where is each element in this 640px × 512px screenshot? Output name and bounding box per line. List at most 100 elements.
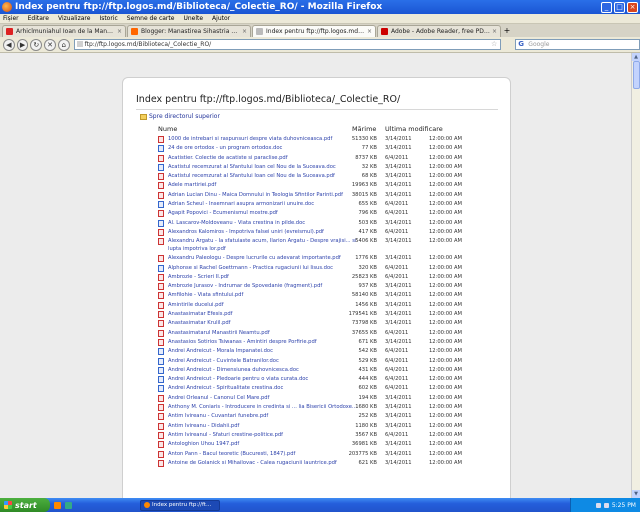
file-link[interactable]: Alexandru Argatu - Ia sfatuiaste acum, I… xyxy=(168,238,358,253)
file-link[interactable]: Andrei Andreicut - Dimensiunea duhovnice… xyxy=(168,366,358,375)
file-date: 3/14/2011 xyxy=(385,441,412,448)
back-button[interactable]: ◀ xyxy=(3,38,15,51)
tab-4[interactable]: Adobe - Adobe Reader, free PDF viewer ..… xyxy=(377,25,501,37)
close-tab-icon[interactable]: × xyxy=(367,28,372,35)
column-header-name[interactable]: Nume xyxy=(158,125,177,133)
file-row: Andrei Andreicut - Dimensiunea duhovnice… xyxy=(123,366,512,375)
search-placeholder: Google xyxy=(528,41,550,48)
file-link[interactable]: Antim Ivireanu - Didahii.pdf xyxy=(168,422,358,431)
file-size: 58140 KB xyxy=(351,292,377,299)
file-link[interactable]: Andrei Andreicut - Spiritualitate cresti… xyxy=(168,384,358,393)
file-link[interactable]: Antim Ivireanul - Sfaturi crestine-polit… xyxy=(168,431,358,440)
file-link[interactable]: Andrei Orleanul - Canonul Cel Mare.pdf xyxy=(168,394,358,403)
column-header-modified[interactable]: Ultima modificare xyxy=(385,125,443,133)
menu-edit[interactable]: Editare xyxy=(28,15,49,22)
pdf-file-icon xyxy=(158,292,164,300)
file-link[interactable]: Alexandru Paleologu - Despre lucrurile c… xyxy=(168,254,358,263)
file-link[interactable]: Amintirile ducelui.pdf xyxy=(168,301,358,310)
menu-view[interactable]: Vizualizare xyxy=(58,15,90,22)
parent-directory-link[interactable]: Spre directorul superior xyxy=(140,113,220,120)
file-link[interactable]: Ambrozie Jurasov - Indrumar de Spovedani… xyxy=(168,282,358,291)
desktop-quicklaunch-icon[interactable] xyxy=(65,501,72,509)
file-size: 1776 KB xyxy=(355,255,377,262)
doc-file-icon xyxy=(158,366,164,374)
file-link[interactable]: Anton Pann - Bacul teoretic (Bucuresti, … xyxy=(168,450,358,459)
file-row: Ambrozie Jurasov - Indrumar de Spovedani… xyxy=(123,282,512,291)
tab-2[interactable]: Blogger: Manastirea Sihastria Rarau - Cr… xyxy=(127,25,251,37)
file-link[interactable]: Al. Lascarov-Moldoveanu - Viata crestina… xyxy=(168,219,358,228)
menu-bookmarks[interactable]: Semne de carte xyxy=(127,15,175,22)
file-link[interactable]: Alexandros Kalomiros - Impotriva falsei … xyxy=(168,228,358,237)
file-link[interactable]: Acatistul recemzurat al Sfantului Ioan c… xyxy=(168,163,358,172)
close-tab-icon[interactable]: × xyxy=(242,28,247,35)
file-link[interactable]: Anastasimatarul Manastirii Neamtu.pdf xyxy=(168,329,358,338)
minimize-button[interactable]: _ xyxy=(601,1,612,13)
vertical-scrollbar[interactable]: ▲ ▼ xyxy=(631,53,640,498)
close-button[interactable]: × xyxy=(627,1,638,13)
menu-history[interactable]: Istoric xyxy=(99,15,117,22)
file-link[interactable]: Anastasios Sotirios Tsiwanas - Amintiri … xyxy=(168,338,358,347)
pdf-file-icon xyxy=(158,273,164,281)
file-time: 12:00:00 AM xyxy=(429,385,462,392)
file-link[interactable]: Andrei Andreicut - Cuvintele Batranilor.… xyxy=(168,357,358,366)
menu-help[interactable]: Ajutor xyxy=(212,15,230,22)
file-time: 12:00:00 AM xyxy=(429,366,462,373)
file-link[interactable]: Alphonse si Rachel Goettmann - Practica … xyxy=(168,264,358,273)
file-link[interactable]: Adrian Scheul - Insemnari asupra armoniz… xyxy=(168,200,358,209)
forward-button[interactable]: ▶ xyxy=(16,38,29,51)
firefox-quicklaunch-icon[interactable] xyxy=(54,501,61,509)
file-time: 12:00:00 AM xyxy=(429,394,462,401)
reload-button[interactable]: ↻ xyxy=(30,38,43,51)
file-date: 3/14/2011 xyxy=(385,173,412,180)
menu-tools[interactable]: Unelte xyxy=(183,15,203,22)
start-button[interactable]: start xyxy=(0,498,50,512)
file-link[interactable]: Acatistier. Colectie de acatiste si para… xyxy=(168,154,358,163)
file-link[interactable]: Anastasimatar Efesis.pdf xyxy=(168,310,358,319)
network-icon[interactable] xyxy=(595,502,601,508)
file-link[interactable]: Amfilohie - Viata sfintului.pdf xyxy=(168,291,358,300)
home-button[interactable]: ⌂ xyxy=(57,38,70,51)
tab-1[interactable]: Arhiclmuniahul Ioan de la Manastirea Si.… xyxy=(2,25,126,37)
file-link[interactable]: Agapit Popovici - Ecumenismul mostre.pdf xyxy=(168,209,358,218)
file-link[interactable]: 24 de ore ortodox - un program ortodox.d… xyxy=(168,144,358,153)
file-link[interactable]: Antologhion Uhou 1947.pdf xyxy=(168,440,358,449)
menu-file[interactable]: Fișier xyxy=(3,15,19,22)
file-date: 6/4/2011 xyxy=(385,264,409,271)
column-header-size[interactable]: Mărime xyxy=(352,125,376,133)
search-input[interactable]: G Google xyxy=(515,39,640,50)
file-link[interactable]: Adrian Lucian Dinu - Maica Domnului in T… xyxy=(168,191,358,200)
scroll-up-icon[interactable]: ▲ xyxy=(632,53,640,61)
new-tab-button[interactable]: + xyxy=(502,26,512,36)
close-tab-icon[interactable]: × xyxy=(117,28,122,35)
file-time: 12:00:00 AM xyxy=(429,210,462,217)
bookmark-star-icon[interactable]: ☆ xyxy=(491,40,497,49)
windows-logo-icon xyxy=(4,501,12,509)
file-link[interactable]: Anastasimatar Krulil.pdf xyxy=(168,319,358,328)
close-tab-icon[interactable]: × xyxy=(492,28,497,35)
file-link[interactable]: Antoine de Golanick si Mihailovac - Cale… xyxy=(168,459,358,468)
file-link[interactable]: Andrei Andreicut - Pledoarie pentru o vi… xyxy=(168,375,358,384)
stop-button[interactable]: ✕ xyxy=(44,38,56,51)
file-link[interactable]: Adele martiriei.pdf xyxy=(168,181,358,190)
file-list: 1000 de intrebari si raspunsuri despre v… xyxy=(123,135,512,468)
file-date: 3/14/2011 xyxy=(385,450,412,457)
file-link[interactable]: Antim Ivireanu - Cuvantari funebre.pdf xyxy=(168,412,358,421)
file-link[interactable]: 1000 de intrebari si raspunsuri despre v… xyxy=(168,135,358,144)
file-size: 252 KB xyxy=(358,413,377,420)
url-bar[interactable]: ftp://ftp.logos.md/Biblioteca/_Colectie_… xyxy=(73,39,502,50)
doc-file-icon xyxy=(158,163,164,171)
file-date: 3/14/2011 xyxy=(385,255,412,262)
file-link[interactable]: Acatistul recemzurat al Sfantului Ioan c… xyxy=(168,172,358,181)
file-link[interactable]: Anthony M. Coniaris - Introducere in cre… xyxy=(168,403,358,412)
volume-icon[interactable] xyxy=(603,502,609,508)
scroll-down-icon[interactable]: ▼ xyxy=(632,490,640,498)
scrollbar-thumb[interactable] xyxy=(633,61,640,89)
file-size: 36981 KB xyxy=(351,441,377,448)
taskbar-firefox-window[interactable]: Index pentru ftp://ft... xyxy=(140,499,220,511)
maximize-button[interactable]: □ xyxy=(614,1,625,13)
file-link[interactable]: Ambrozie - Scrieri II.pdf xyxy=(168,273,358,282)
file-link[interactable]: Andrei Andreicut - Morala Impanatei.doc xyxy=(168,347,358,356)
tab-3-active[interactable]: Index pentru ftp://ftp.logos.md/Bibliote… xyxy=(252,25,376,37)
pdf-file-icon xyxy=(158,450,164,458)
file-time: 12:00:00 AM xyxy=(429,145,462,152)
